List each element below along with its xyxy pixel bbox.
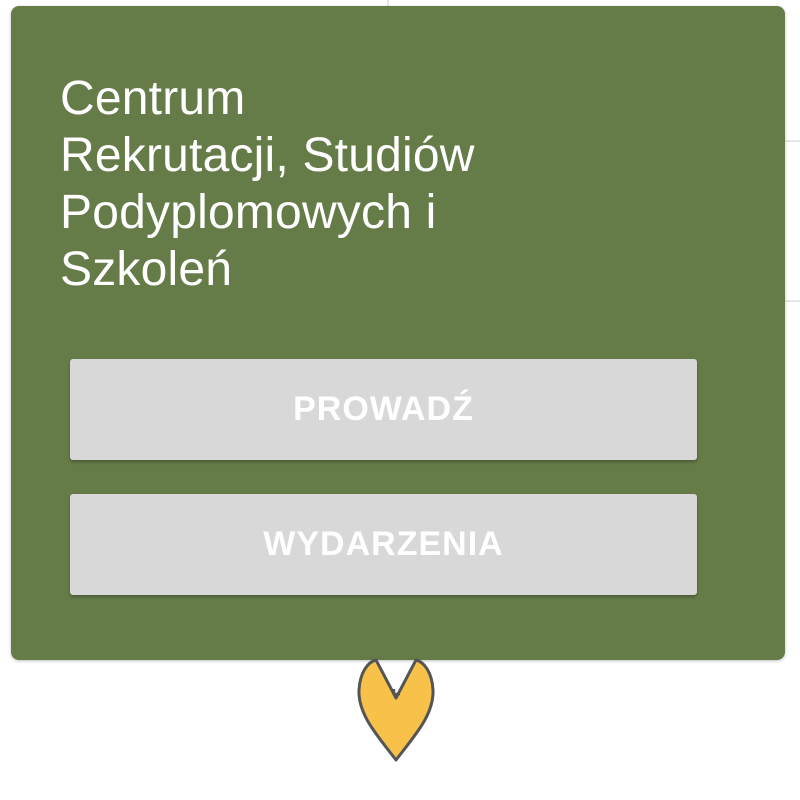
location-popup: Centrum Rekrutacji, Studiów Podyplomowyc…: [11, 6, 785, 660]
map-pin-heart-icon[interactable]: [354, 656, 438, 766]
popup-title: Centrum Rekrutacji, Studiów Podyplomowyc…: [60, 72, 475, 296]
events-button[interactable]: WYDARZENIA: [70, 494, 697, 595]
navigate-button[interactable]: PROWADŹ: [70, 359, 697, 460]
marker-shape: [357, 658, 435, 762]
map-road-line: [785, 300, 800, 302]
map-road-line: [785, 140, 800, 142]
